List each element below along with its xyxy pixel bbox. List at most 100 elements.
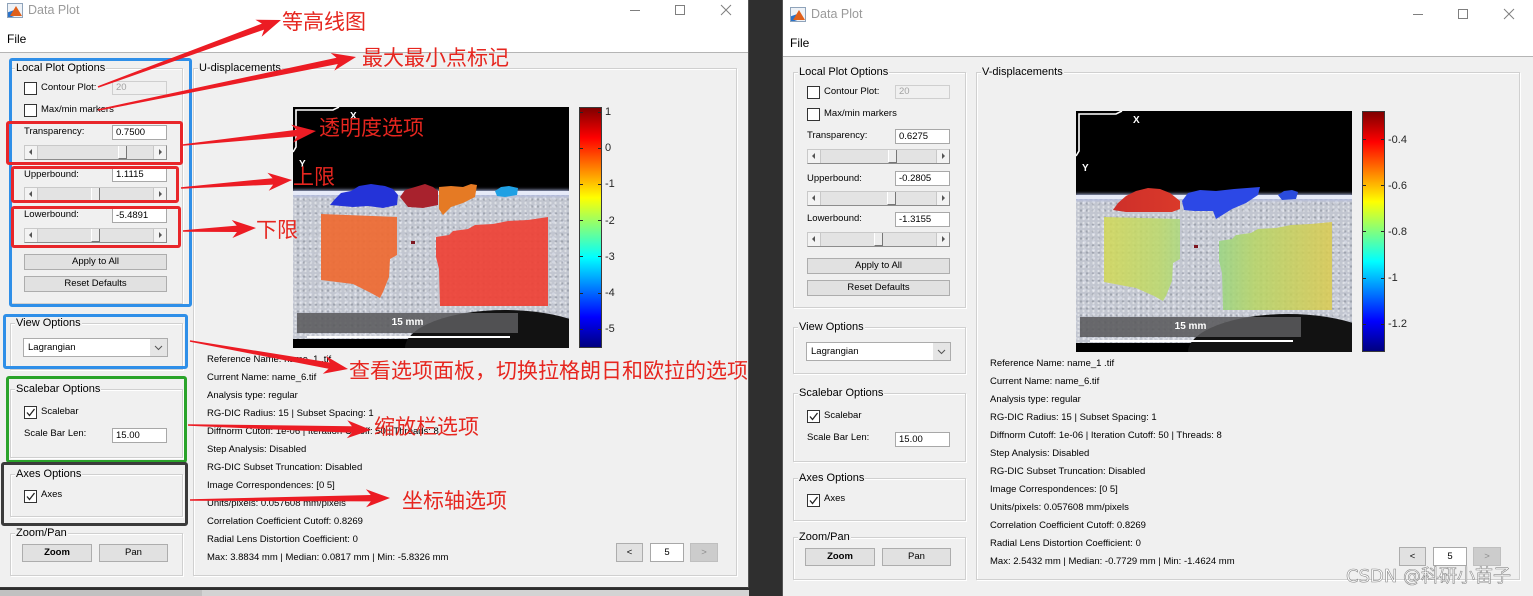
scale-bar-length-field[interactable]: 15.00: [112, 428, 167, 443]
contour-levels-field[interactable]: 20: [112, 81, 167, 95]
transparency-slider[interactable]: [24, 145, 167, 160]
arrow-right-icon: [942, 236, 945, 242]
info-step-analysis: Step Analysis: Disabled: [990, 448, 1090, 459]
window-title: Data Plot: [811, 7, 863, 21]
scale-bar-length-field[interactable]: 15.00: [895, 432, 950, 447]
pan-button[interactable]: Pan: [99, 544, 168, 562]
pan-button[interactable]: Pan: [882, 548, 951, 566]
slider-decrement-button[interactable]: [25, 146, 38, 159]
info-image-correspondences: Image Correspondences: [0 5]: [207, 480, 335, 491]
transparency-field[interactable]: 0.6275: [895, 129, 950, 144]
chevron-down-icon[interactable]: [150, 339, 167, 356]
view-mode-dropdown[interactable]: Lagrangian: [806, 342, 951, 361]
lowerbound-slider[interactable]: [807, 232, 950, 247]
upperbound-field[interactable]: -0.2805: [895, 171, 950, 186]
title-bar[interactable]: Data Plot: [783, 4, 1533, 31]
view-mode-dropdown[interactable]: Lagrangian: [23, 338, 168, 357]
upperbound-field[interactable]: 1.1115: [112, 167, 167, 182]
slider-thumb[interactable]: [91, 188, 100, 201]
slider-thumb[interactable]: [117, 146, 127, 159]
contour-plot-checkbox[interactable]: [807, 86, 820, 99]
lowerbound-field[interactable]: -1.3155: [895, 212, 950, 227]
panel-title: Local Plot Options: [798, 66, 890, 79]
displacement-plot-image[interactable]: 15 mm X Y: [1076, 111, 1352, 352]
info-lens-distortion: Radial Lens Distortion Coefficient: 0: [990, 538, 1141, 549]
scalebar-checkbox[interactable]: [807, 410, 820, 423]
transparency-slider[interactable]: [807, 149, 950, 164]
transparency-field[interactable]: 0.7500: [112, 125, 167, 140]
max-min-markers-checkbox[interactable]: [807, 108, 820, 121]
next-frame-button[interactable]: >: [690, 543, 718, 562]
slider-decrement-button[interactable]: [25, 229, 38, 242]
panel-title: V-displacements: [981, 66, 1064, 79]
annotation-label-axes: 坐标轴选项: [402, 489, 507, 513]
menu-file[interactable]: File: [7, 32, 26, 46]
max-min-markers-label: Max/min markers: [824, 108, 897, 119]
prev-frame-button[interactable]: <: [616, 543, 643, 562]
colorbar-tick: [580, 147, 583, 149]
lowerbound-field[interactable]: -5.4891: [112, 208, 167, 223]
info-correlation-cutoff: Correlation Coefficient Cutoff: 0.8269: [990, 520, 1146, 531]
minimize-button[interactable]: [1408, 4, 1428, 24]
next-frame-button[interactable]: >: [1473, 547, 1501, 566]
arrow-right-icon: [942, 195, 945, 201]
minimize-button[interactable]: [625, 0, 645, 20]
colorbar-tick: [598, 292, 601, 294]
axes-label: Axes: [824, 493, 846, 504]
colorbar-tick: [580, 220, 583, 222]
info-current-name: Current Name: name_6.tif: [990, 376, 1100, 387]
max-min-markers-checkbox[interactable]: [24, 104, 37, 117]
slider-thumb[interactable]: [91, 229, 100, 242]
close-button[interactable]: [716, 0, 736, 20]
maximize-button[interactable]: [670, 0, 690, 20]
prev-frame-button[interactable]: <: [1399, 547, 1426, 566]
slider-increment-button[interactable]: [153, 188, 166, 201]
maximize-button[interactable]: [1453, 4, 1473, 24]
arrow-left-icon: [812, 236, 815, 242]
slider-increment-button[interactable]: [936, 192, 949, 205]
apply-to-all-button[interactable]: Apply to All: [24, 254, 167, 270]
slider-decrement-button[interactable]: [808, 233, 821, 246]
slider-decrement-button[interactable]: [808, 192, 821, 205]
info-units-per-pixel: Units/pixels: 0.057608 mm/pixels: [990, 502, 1129, 513]
frame-number-field[interactable]: 5: [1433, 547, 1467, 566]
slider-increment-button[interactable]: [153, 146, 166, 159]
upperbound-slider[interactable]: [807, 191, 950, 206]
slider-decrement-button[interactable]: [25, 188, 38, 201]
colorbar-tick: [1381, 323, 1384, 325]
displacement-plot-image[interactable]: 15 mm X Y: [293, 107, 569, 348]
axes-checkbox[interactable]: [24, 490, 37, 503]
reset-defaults-button[interactable]: Reset Defaults: [24, 276, 167, 292]
annotation-label-view-options: 查看选项面板，切换拉格朗日和欧拉的选项: [349, 359, 748, 383]
slider-increment-button[interactable]: [936, 150, 949, 163]
contour-levels-field[interactable]: 20: [895, 85, 950, 99]
slider-thumb[interactable]: [874, 233, 883, 246]
slider-thumb[interactable]: [886, 192, 896, 205]
close-button[interactable]: [1499, 4, 1519, 24]
reset-defaults-button[interactable]: Reset Defaults: [807, 280, 950, 296]
close-icon: [720, 4, 732, 16]
apply-to-all-button[interactable]: Apply to All: [807, 258, 950, 274]
zoom-button[interactable]: Zoom: [805, 548, 875, 566]
frame-number-field[interactable]: 5: [650, 543, 684, 562]
slider-thumb[interactable]: [887, 150, 897, 163]
upperbound-slider[interactable]: [24, 187, 167, 202]
chevron-down-icon[interactable]: [933, 343, 950, 360]
colorbar-tick: [598, 111, 601, 113]
colorbar-tick-label: -4: [605, 287, 615, 300]
zoom-button[interactable]: Zoom: [22, 544, 92, 562]
scalebar-checkbox[interactable]: [24, 406, 37, 419]
lowerbound-slider[interactable]: [24, 228, 167, 243]
menu-file[interactable]: File: [790, 36, 809, 50]
contour-plot-checkbox[interactable]: [24, 82, 37, 95]
info-max-median-min: Max: 2.5432 mm | Median: -0.7729 mm | Mi…: [990, 556, 1235, 567]
minimize-icon: [630, 10, 640, 11]
slider-increment-button[interactable]: [153, 229, 166, 242]
slider-decrement-button[interactable]: [808, 150, 821, 163]
title-bar[interactable]: Data Plot: [0, 0, 748, 27]
window-content: Data Plot File Local Plot Options Contou…: [783, 0, 1533, 596]
colorbar-tick-label: -0.6: [1388, 179, 1407, 192]
contour-plot-label: Contour Plot:: [824, 86, 880, 97]
slider-increment-button[interactable]: [936, 233, 949, 246]
axes-checkbox[interactable]: [807, 494, 820, 507]
